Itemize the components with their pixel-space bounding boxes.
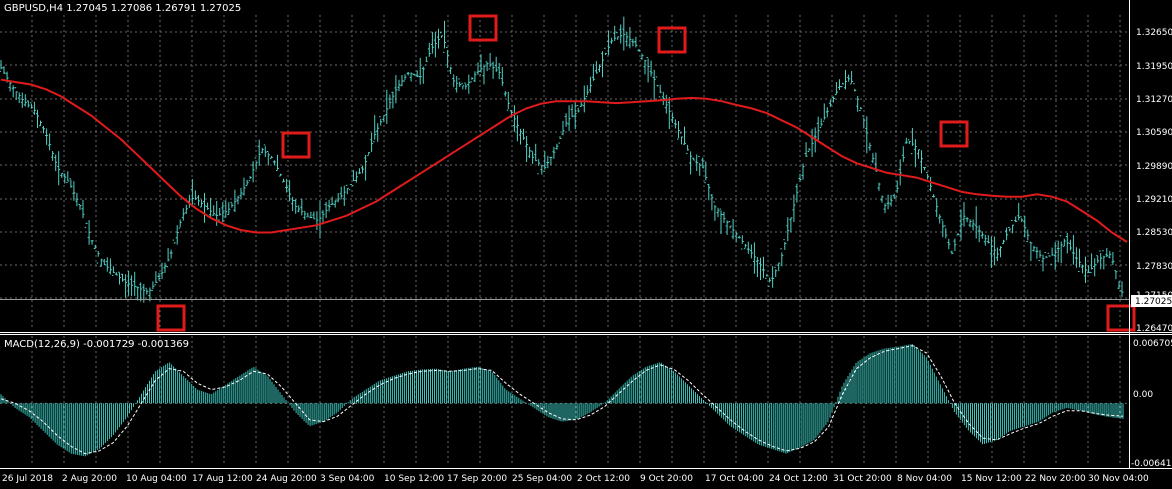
time-label: 9 Oct 20:00 [640, 474, 693, 484]
time-label: 17 Aug 12:00 [192, 474, 253, 484]
time-label: 15 Nov 12:00 [961, 474, 1022, 484]
time-label: 10 Aug 04:00 [126, 474, 187, 484]
price-label: 1.32650 [1136, 28, 1172, 38]
price-label: 1.31270 [1136, 95, 1172, 105]
price-label: 1.26470 [1136, 324, 1172, 334]
time-label: 17 Oct 04:00 [705, 474, 764, 484]
price-label: 1.31950 [1136, 62, 1172, 72]
macd-axis-label: 0.006705 [1133, 339, 1172, 349]
time-label: 24 Oct 12:00 [769, 474, 828, 484]
price-axis[interactable]: 1.32650 1.31950 1.31270 1.30590 1.29890 … [1131, 28, 1172, 334]
time-label: 26 Jul 2018 [2, 474, 53, 484]
time-label: 25 Sep 04:00 [512, 474, 572, 484]
swing-marker-box [156, 304, 186, 332]
time-axis[interactable]: 26 Jul 2018 2 Aug 20:00 10 Aug 04:00 17 … [2, 474, 1149, 484]
swing-marker-box [939, 120, 969, 148]
price-label: 1.29210 [1136, 195, 1172, 205]
main-panel-header: GBPUSD,H4 1.27045 1.27086 1.26791 1.2702… [4, 3, 241, 14]
swing-marker-boxes [156, 14, 1136, 332]
price-label: 1.29890 [1136, 162, 1172, 172]
time-label: 24 Aug 20:00 [256, 474, 317, 484]
macd-axis-label: -0.006411 [1131, 459, 1172, 469]
time-label: 31 Oct 20:00 [833, 474, 892, 484]
mt4-chart-window[interactable]: GBPUSD,H4 1.27045 1.27086 1.26791 1.2702… [0, 0, 1172, 489]
time-label: 10 Sep 12:00 [384, 474, 444, 484]
time-label: 2 Oct 12:00 [577, 474, 630, 484]
time-label: 30 Nov 04:00 [1088, 474, 1149, 484]
price-bars [0, 16, 1124, 303]
macd-histogram [0, 343, 1124, 457]
time-label: 2 Aug 20:00 [62, 474, 117, 484]
current-price-label: 1.27025 [1135, 297, 1172, 307]
time-label: 8 Nov 04:00 [897, 474, 952, 484]
swing-marker-box [1106, 304, 1136, 332]
price-chart-canvas[interactable]: GBPUSD,H4 1.27045 1.27086 1.26791 1.2702… [0, 0, 1172, 489]
price-label: 1.30590 [1136, 128, 1172, 138]
price-label: 1.28530 [1136, 228, 1172, 238]
swing-marker-box [281, 131, 311, 159]
swing-marker-box [468, 14, 498, 42]
macd-axis-label: 0.00 [1133, 390, 1153, 400]
macd-axis[interactable]: 0.006705 0.00 -0.006411 [1131, 339, 1172, 469]
time-label: 17 Sep 20:00 [447, 474, 507, 484]
macd-panel-header: MACD(12,26,9) -0.001729 -0.001369 [4, 339, 189, 350]
price-label: 1.27830 [1136, 262, 1172, 272]
moving-average-line [0, 78, 1128, 243]
time-label: 3 Sep 04:00 [320, 474, 375, 484]
time-label: 22 Nov 20:00 [1025, 474, 1086, 484]
